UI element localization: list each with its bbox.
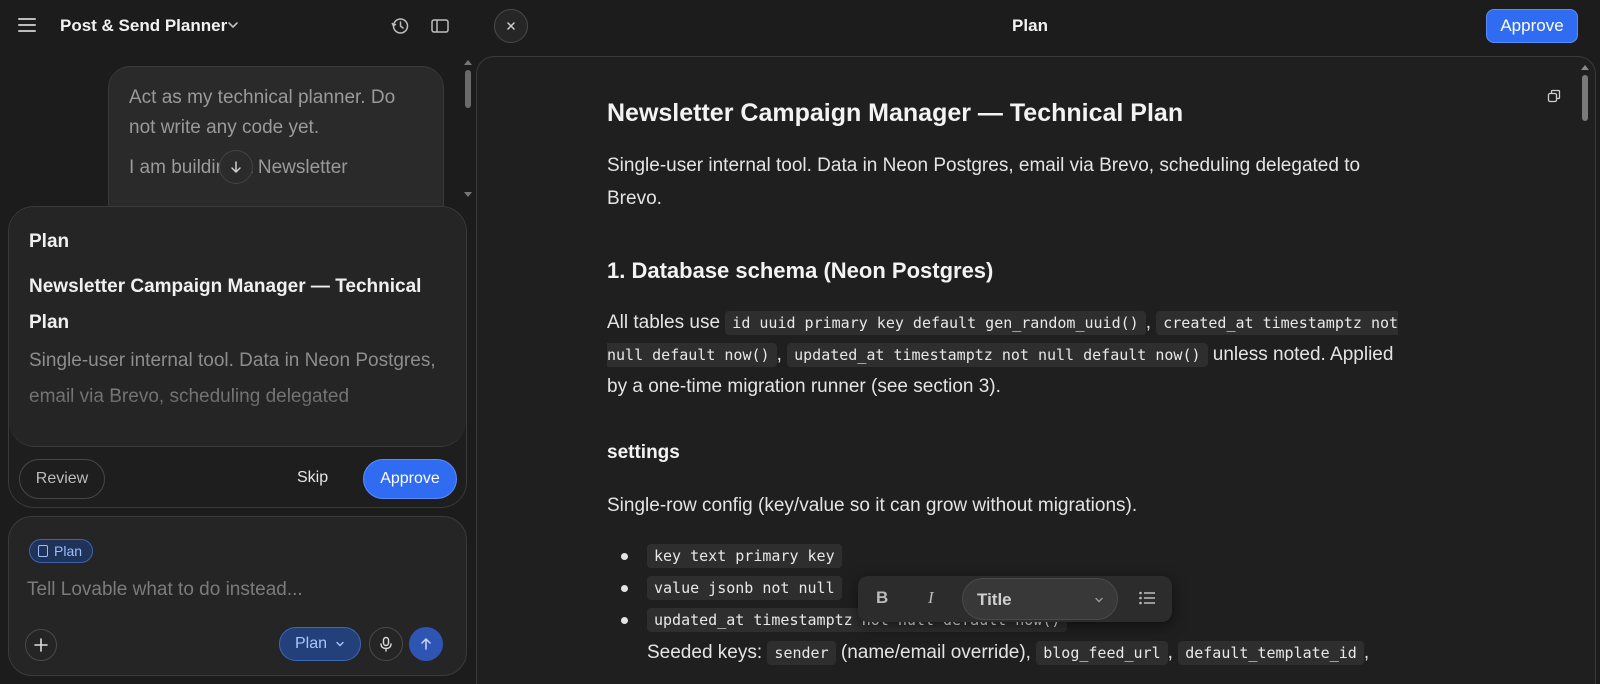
inline-code: blog_feed_url: [1036, 641, 1168, 665]
arrow-down-icon: [231, 161, 241, 173]
italic-button[interactable]: I: [928, 588, 934, 608]
project-name[interactable]: Post & Send Planner: [60, 16, 227, 36]
approve-button[interactable]: Approve: [1486, 9, 1578, 43]
plan-preview[interactable]: Plan Newsletter Campaign Manager — Techn…: [9, 207, 466, 447]
arrow-up-icon: [421, 638, 431, 650]
user-message-bubble: Act as my technical planner. Do not writ…: [108, 66, 444, 226]
close-button[interactable]: [494, 9, 528, 43]
chevron-down-icon[interactable]: [226, 18, 240, 32]
inline-code: default_template_id: [1178, 641, 1364, 665]
scroll-down-button[interactable]: [219, 150, 253, 184]
bold-button[interactable]: B: [876, 588, 888, 608]
chevron-down-icon: [1095, 597, 1103, 603]
document-icon: [38, 545, 48, 557]
message-input[interactable]: Tell Lovable what to do instead...: [27, 579, 303, 601]
skip-button[interactable]: Skip: [297, 469, 328, 487]
chat-header: Post & Send Planner: [0, 0, 466, 52]
composer: Plan Tell Lovable what to do instead... …: [8, 516, 467, 676]
panel-title: Plan: [1012, 16, 1048, 35]
sidebar-toggle-icon[interactable]: [430, 16, 450, 36]
close-icon: [507, 22, 515, 30]
chevron-down-icon: [336, 641, 344, 647]
menu-icon[interactable]: [18, 18, 36, 32]
plan-card-title: Newsletter Campaign Manager — Technical …: [29, 276, 422, 333]
copy-icon[interactable]: [1547, 89, 1561, 103]
inline-code: id uuid primary key default gen_random_u…: [725, 311, 1146, 335]
microphone-icon: [380, 636, 392, 652]
text-style-label: Title: [977, 590, 1012, 609]
send-button[interactable]: [409, 627, 443, 661]
chat-panel: Post & Send Planner Act as my technical …: [0, 0, 472, 684]
inline-code: sender: [767, 641, 836, 665]
format-toolbar: B I Title: [858, 576, 1172, 622]
user-message-line: I am building a Newsletter: [129, 157, 348, 178]
plan-card: Plan Newsletter Campaign Manager — Techn…: [8, 206, 467, 508]
chat-scrollbar[interactable]: [464, 60, 472, 204]
plus-icon: [34, 638, 48, 652]
add-attachment-button[interactable]: [25, 629, 57, 661]
plan-mode-chip-label: Plan: [54, 543, 83, 559]
document-title: Newsletter Campaign Manager — Technical …: [607, 99, 1184, 127]
mode-select-button[interactable]: Plan: [279, 627, 361, 661]
text-style-select[interactable]: Title: [962, 578, 1118, 620]
section-heading: 1. Database schema (Neon Postgres): [607, 258, 994, 283]
list-item: key text primary key: [607, 540, 1407, 572]
document-intro: Single-user internal tool. Data in Neon …: [607, 155, 1361, 209]
plan-card-label: Plan: [29, 231, 70, 252]
section-paragraph: All tables use id uuid primary key defau…: [607, 311, 1399, 397]
subsection-description: Single-row config (key/value so it can g…: [607, 495, 1138, 516]
user-message-line: Act as my technical planner. Do not writ…: [129, 87, 396, 138]
inline-code: updated_at timestamptz not null default …: [787, 343, 1208, 367]
subsection-heading: settings: [607, 442, 680, 463]
review-button[interactable]: Review: [19, 459, 105, 499]
mode-select-label: Plan: [294, 635, 328, 652]
document-scrollbar[interactable]: [1581, 65, 1589, 671]
bullet-list-icon[interactable]: [1138, 590, 1156, 606]
plan-mode-chip[interactable]: Plan: [29, 539, 94, 563]
fade-overlay: [9, 377, 466, 446]
seeded-keys: Seeded keys: sender (name/email override…: [647, 641, 1370, 665]
microphone-button[interactable]: [369, 627, 403, 661]
history-icon[interactable]: [390, 16, 410, 36]
approve-plan-button[interactable]: Approve: [363, 459, 457, 499]
